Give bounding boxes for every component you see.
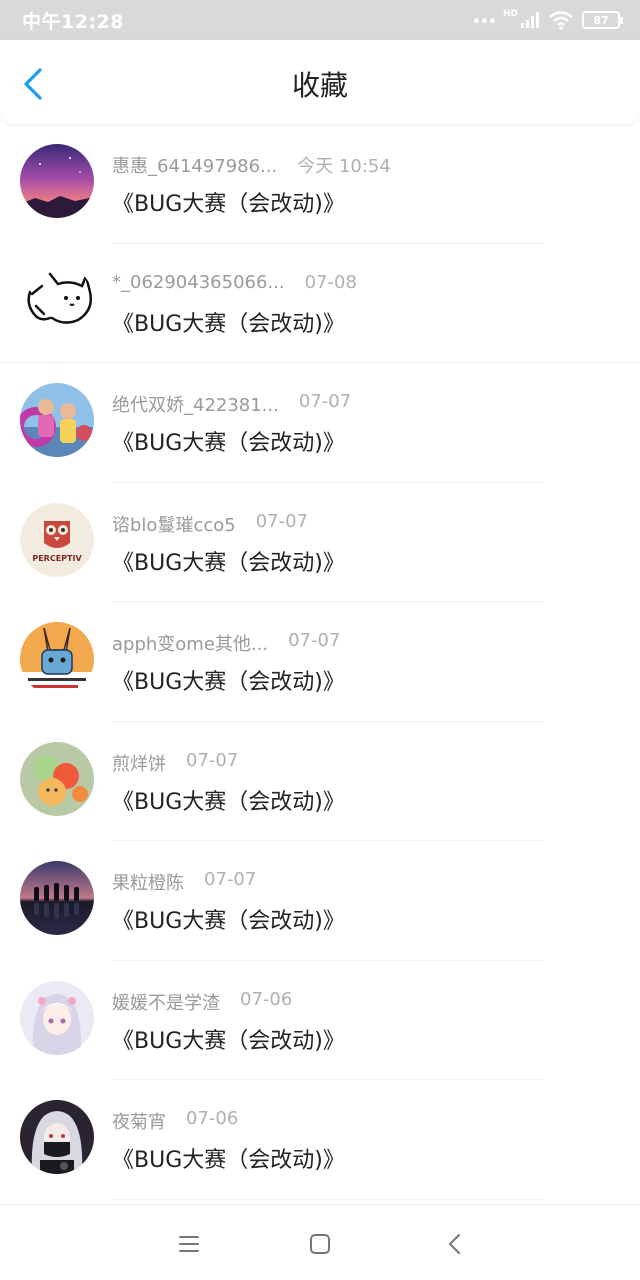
author-name[interactable]: 谘blo鬘璀cco5 xyxy=(112,511,236,537)
list-item[interactable]: 媛媛不是学渣 07-06 《BUG大赛（会改动)》 xyxy=(0,961,640,1080)
author-name[interactable]: 媛媛不是学渣 xyxy=(112,989,220,1015)
item-time: 07-07 xyxy=(204,869,257,890)
avatar-logo-text: PERCEPTIV xyxy=(32,554,82,563)
list-item[interactable]: 惠惠_641497986... 今天 10:54 《BUG大赛（会改动)》 xyxy=(0,124,640,244)
item-title[interactable]: 《BUG大赛（会改动)》 xyxy=(112,545,345,577)
wifi-icon xyxy=(549,11,573,30)
item-time: 07-08 xyxy=(304,271,357,293)
battery-level: 87 xyxy=(593,13,609,27)
avatar[interactable]: PERCEPTIV xyxy=(20,502,94,577)
system-nav-bar xyxy=(0,1204,640,1280)
item-title[interactable]: 《BUG大赛（会改动)》 xyxy=(112,425,345,457)
list-item[interactable]: apph变ome其他... 07-07 《BUG大赛（会改动)》 xyxy=(0,602,640,722)
item-meta: apph变ome其他... 07-07 xyxy=(112,630,340,656)
back-triangle-icon[interactable] xyxy=(440,1229,470,1259)
status-time: 中午12:28 xyxy=(22,10,124,33)
item-time: 07-07 xyxy=(298,391,352,412)
author-name[interactable]: 果粒橙陈 xyxy=(112,869,184,895)
list-item[interactable]: *_062904365066... 07-08 《BUG大赛（会改动)》 xyxy=(0,244,640,363)
item-time: 07-06 xyxy=(240,988,293,1010)
item-time: 07-07 xyxy=(255,510,309,532)
avatar[interactable] xyxy=(20,144,94,218)
item-time: 07-07 xyxy=(288,630,341,651)
avatar[interactable] xyxy=(20,861,94,935)
item-time: 今天 10:54 xyxy=(297,156,391,177)
item-meta: 谘blo鬘璀cco5 07-07 xyxy=(112,511,308,537)
avatar[interactable] xyxy=(20,1100,94,1174)
item-title[interactable]: 《BUG大赛（会改动)》 xyxy=(112,903,345,935)
list-item[interactable]: PERCEPTIV 谘blo鬘璀cco5 07-07 《BUG大赛（会改动)》 xyxy=(0,483,640,602)
avatar[interactable] xyxy=(20,263,94,338)
item-title[interactable]: 《BUG大赛（会改动)》 xyxy=(112,1142,345,1174)
item-meta: 夜菊宵 07-06 xyxy=(112,1108,238,1134)
signal-icon xyxy=(521,12,539,28)
item-title[interactable]: 《BUG大赛（会改动)》 xyxy=(112,306,345,338)
list-item[interactable]: 绝代双娇_422381... 07-07 《BUG大赛（会改动)》 xyxy=(0,363,640,483)
item-meta: 绝代双娇_422381... 07-07 xyxy=(112,391,351,417)
item-meta: *_062904365066... 07-08 xyxy=(112,272,357,293)
battery-icon: 87 xyxy=(582,11,623,29)
favorites-list: 惠惠_641497986... 今天 10:54 《BUG大赛（会改动)》 *_… xyxy=(0,124,640,1200)
item-meta: 媛媛不是学渣 07-06 xyxy=(112,989,292,1015)
page-title: 收藏 xyxy=(291,69,348,102)
avatar[interactable] xyxy=(20,622,94,696)
item-title[interactable]: 《BUG大赛（会改动)》 xyxy=(112,664,345,696)
item-meta: 果粒橙陈 07-07 xyxy=(112,869,256,895)
list-item[interactable]: 煎烊饼 07-07 《BUG大赛（会改动)》 xyxy=(0,722,640,841)
item-time: 07-06 xyxy=(186,1108,239,1129)
author-name[interactable]: 夜菊宵 xyxy=(112,1108,166,1134)
notification-dots-icon xyxy=(473,17,495,23)
item-meta: 惠惠_641497986... 今天 10:54 xyxy=(112,152,391,178)
header: 收藏 xyxy=(0,40,640,124)
item-title[interactable]: 《BUG大赛（会改动)》 xyxy=(112,186,345,218)
menu-icon[interactable] xyxy=(174,1229,204,1259)
author-name[interactable]: apph变ome其他... xyxy=(112,630,268,656)
status-bar: 中午12:28 HD 87 xyxy=(0,0,640,40)
item-title[interactable]: 《BUG大赛（会改动)》 xyxy=(112,1023,345,1055)
author-name[interactable]: 煎烊饼 xyxy=(112,750,166,776)
item-time: 07-07 xyxy=(186,749,239,771)
status-icons: HD 87 xyxy=(473,9,623,30)
list-item[interactable]: 夜菊宵 07-06 《BUG大赛（会改动)》 xyxy=(0,1080,640,1200)
item-title[interactable]: 《BUG大赛（会改动)》 xyxy=(112,784,345,816)
divider xyxy=(112,1198,544,1200)
avatar[interactable] xyxy=(20,980,94,1055)
item-meta: 煎烊饼 07-07 xyxy=(112,750,238,776)
network-type-label: HD xyxy=(502,9,518,19)
author-name[interactable]: 绝代双娇_422381... xyxy=(112,391,279,417)
author-name[interactable]: 惠惠_641497986... xyxy=(112,152,277,178)
list-item[interactable]: 果粒橙陈 07-07 《BUG大赛（会改动)》 xyxy=(0,841,640,961)
avatar[interactable] xyxy=(20,383,94,457)
avatar[interactable] xyxy=(20,741,94,816)
chevron-left-icon[interactable] xyxy=(18,66,50,102)
author-name[interactable]: *_062904365066... xyxy=(112,272,285,293)
home-square-icon[interactable] xyxy=(305,1229,335,1259)
